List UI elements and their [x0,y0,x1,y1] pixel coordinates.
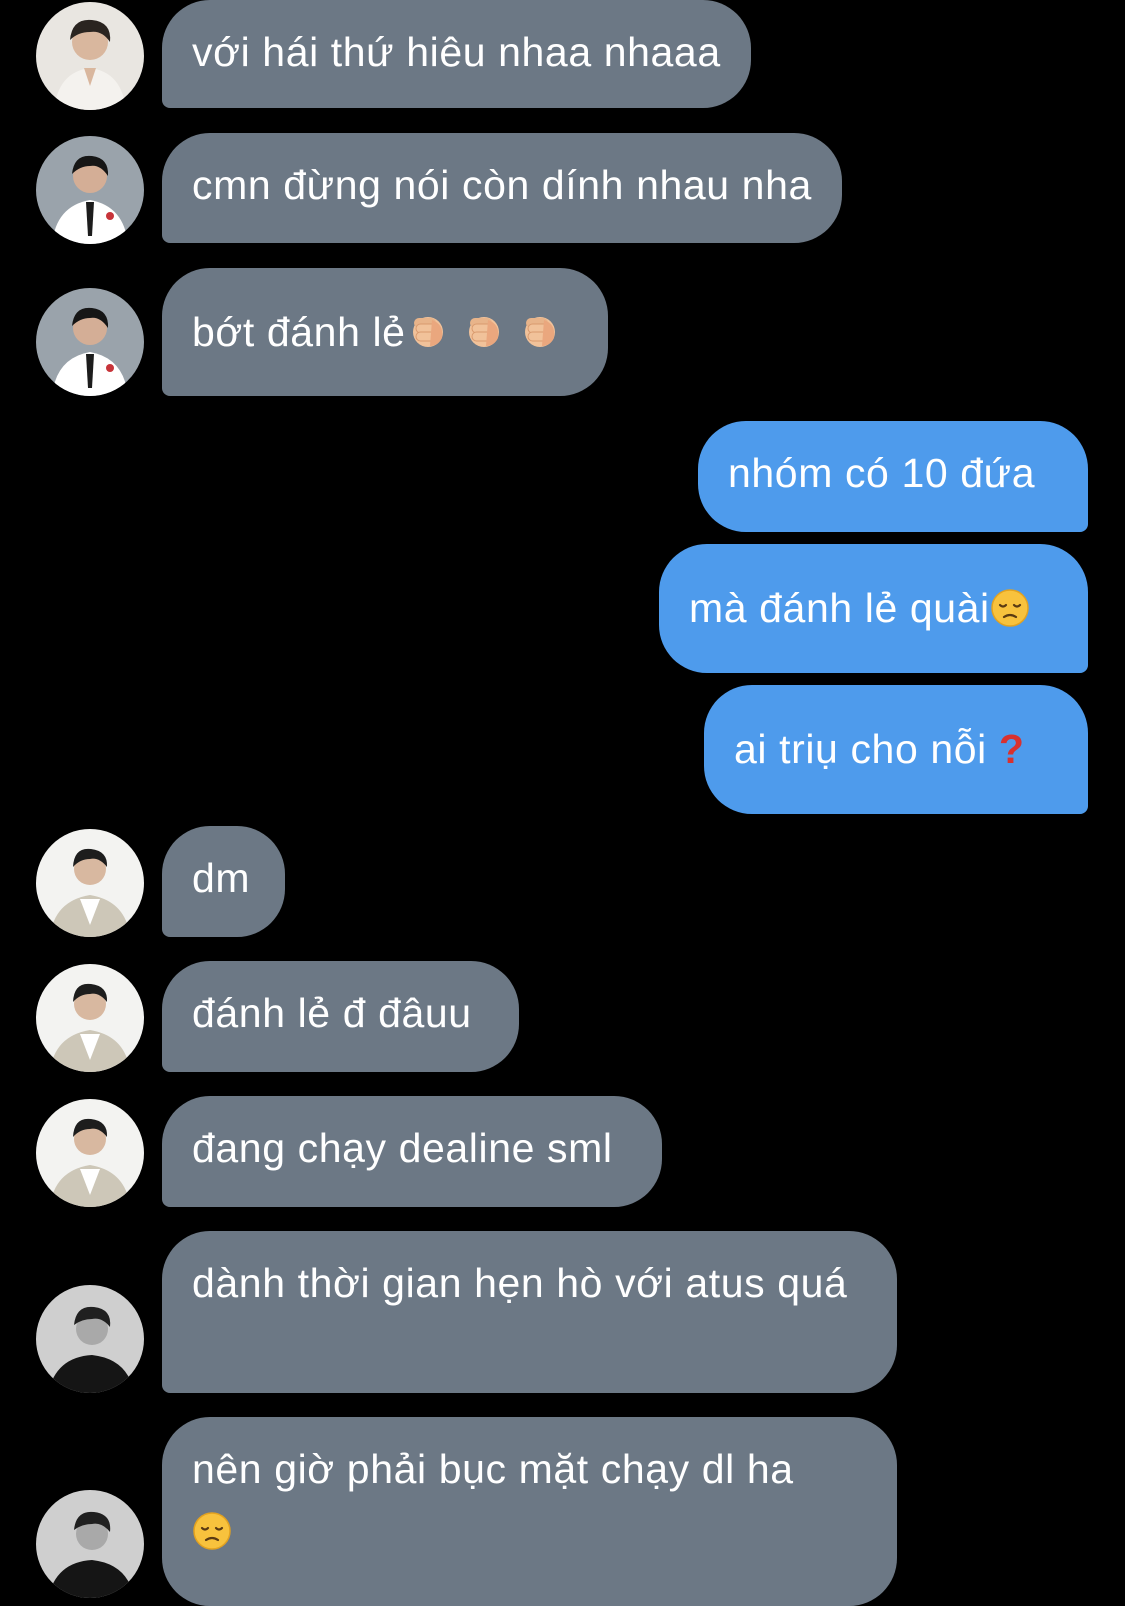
avatar-friend-d[interactable] [36,1490,144,1598]
avatar-image [36,964,144,1072]
message-text: với hái thứ hiêu nhaa nhaaa [192,29,721,75]
message-text: đang chạy dealine sml [192,1125,613,1171]
message-text: mà đánh lẻ quài [689,585,990,631]
avatar-image [36,829,144,937]
message-bubble-incoming[interactable]: đang chạy dealine sml [162,1096,662,1207]
avatar-image [36,288,144,396]
avatar-image [36,1285,144,1393]
avatar-friend-b[interactable] [36,136,144,244]
fist-emoji [462,312,506,352]
message-bubble-outgoing[interactable]: ai triụ cho nỗi ? [704,685,1088,814]
message-text: dành thời gian hẹn hò với atus quá [192,1260,848,1306]
message-bubble-incoming[interactable]: nên giờ phải bục mặt chạy dl ha [162,1417,897,1606]
avatar-image [36,2,144,110]
avatar-image [36,136,144,244]
disappointed-face-emoji [192,1511,232,1551]
message-bubble-incoming[interactable]: đánh lẻ đ đâuu [162,961,519,1072]
avatar-image [36,1490,144,1598]
avatar-friend-a[interactable] [36,2,144,110]
message-text: đánh lẻ đ đâuu [192,990,472,1036]
message-bubble-incoming[interactable]: dành thời gian hẹn hò với atus quá [162,1231,897,1393]
message-text: nên giờ phải bục mặt chạy dl ha [192,1446,794,1492]
message-text: cmn đừng nói còn dính nhau nha [192,162,812,208]
avatar-friend-b[interactable] [36,288,144,396]
message-text: ai triụ cho nỗi [734,726,987,772]
avatar-friend-c[interactable] [36,1099,144,1207]
avatar-friend-d[interactable] [36,1285,144,1393]
message-bubble-incoming[interactable]: với hái thứ hiêu nhaa nhaaa [162,0,751,108]
red-question-mark-emoji: ? [998,726,1025,772]
message-bubble-incoming[interactable]: cmn đừng nói còn dính nhau nha [162,133,842,243]
avatar-image [36,1099,144,1207]
fist-emoji [406,312,450,352]
message-text: nhóm có 10 đứa [728,450,1036,496]
avatar-friend-c[interactable] [36,829,144,937]
message-bubble-outgoing[interactable]: mà đánh lẻ quài [659,544,1088,673]
message-bubble-incoming[interactable]: dm [162,826,285,937]
fist-emoji [518,312,562,352]
disappointed-face-emoji [990,588,1030,628]
message-bubble-incoming[interactable]: bớt đánh lẻ [162,268,608,396]
avatar-friend-c[interactable] [36,964,144,1072]
message-bubble-outgoing[interactable]: nhóm có 10 đứa [698,421,1088,532]
message-text: bớt đánh lẻ [192,309,406,355]
message-text: dm [192,855,251,901]
